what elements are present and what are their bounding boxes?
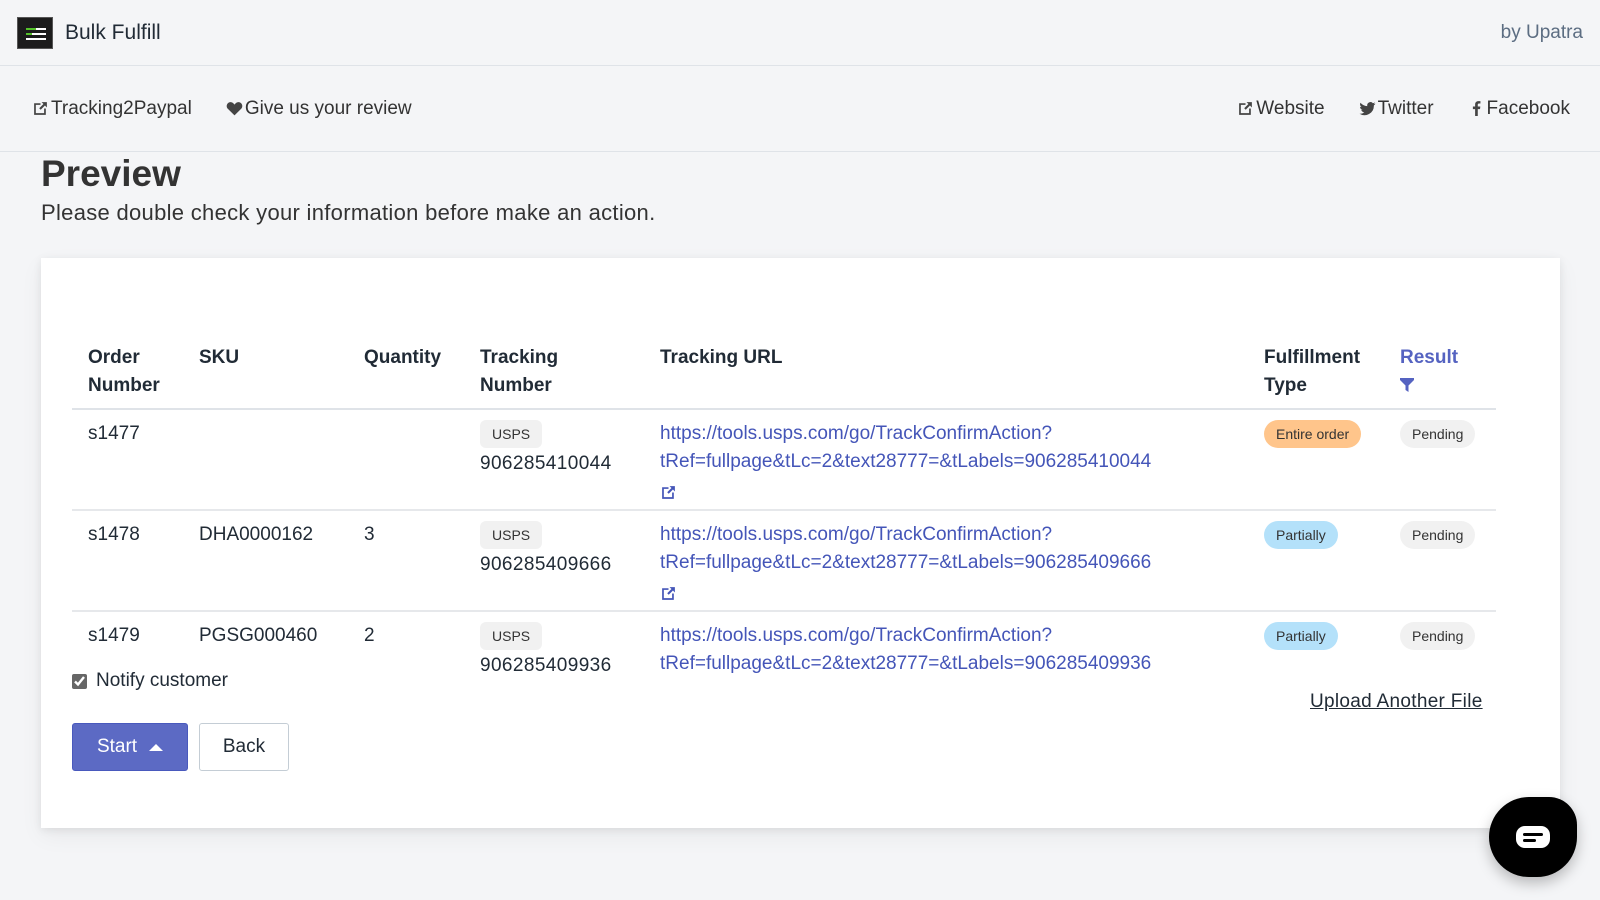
- brand: Bulk Fulfill: [17, 16, 161, 49]
- cell-result: Pending: [1384, 409, 1496, 511]
- nav-link-label: Tracking2Paypal: [51, 97, 192, 119]
- app-title: Bulk Fulfill: [65, 20, 161, 44]
- notify-customer[interactable]: Notify customer: [72, 670, 228, 692]
- cell-tracking: USPS 906285410044: [464, 409, 644, 511]
- cell-quantity: [348, 409, 464, 511]
- notify-customer-checkbox[interactable]: [72, 673, 87, 689]
- app-logo-icon: [17, 16, 53, 49]
- table-row: s1477 USPS 906285410044 https://tools.us…: [72, 409, 1496, 511]
- nav-link-website[interactable]: Website: [1237, 97, 1325, 120]
- external-link-icon[interactable]: [660, 484, 677, 501]
- preview-card: Order Number SKU Quantity Tracking Numbe…: [41, 258, 1560, 828]
- tracking-url-link[interactable]: https://tools.usps.com/go/TrackConfirmAc…: [660, 420, 1232, 476]
- heart-icon: [226, 102, 243, 116]
- notify-customer-label: Notify customer: [96, 670, 228, 691]
- preview-table: Order Number SKU Quantity Tracking Numbe…: [72, 338, 1496, 688]
- top-bar: Bulk Fulfill by Upatra: [0, 0, 1600, 66]
- fulfillment-type-badge: Partially: [1264, 521, 1338, 549]
- tracking-url-link[interactable]: https://tools.usps.com/go/TrackConfirmAc…: [660, 521, 1232, 577]
- nav-bar: Tracking2Paypal Give us your review Webs…: [0, 66, 1600, 152]
- cell-quantity: 2: [364, 625, 375, 646]
- cell-quantity: 3: [348, 510, 464, 612]
- chat-icon: [1516, 826, 1550, 848]
- cell-tracking-url: https://tools.usps.com/go/TrackConfirmAc…: [644, 611, 1248, 688]
- carrier-badge: USPS: [480, 420, 543, 448]
- nav-link-review[interactable]: Give us your review: [226, 98, 412, 120]
- header-tracking-url: Tracking URL: [644, 338, 1248, 410]
- result-badge: Pending: [1400, 622, 1476, 650]
- cell-tracking-url: https://tools.usps.com/go/TrackConfirmAc…: [644, 510, 1248, 612]
- cell-fulfillment-type: Entire order: [1248, 409, 1384, 511]
- cell-order-number: s1478: [72, 510, 183, 612]
- fulfillment-type-badge: Entire order: [1264, 420, 1362, 448]
- chat-button[interactable]: [1489, 797, 1577, 877]
- cell-fulfillment-type: Partially: [1248, 611, 1384, 688]
- page-subtitle: Please double check your information bef…: [41, 200, 656, 225]
- upload-another-file-link[interactable]: Upload Another File: [1310, 691, 1483, 713]
- cell-result: Pending: [1384, 510, 1496, 612]
- start-button-label: Start: [96, 736, 138, 757]
- table-header-row: Order Number SKU Quantity Tracking Numbe…: [72, 338, 1496, 410]
- nav-link-tracking2paypal[interactable]: Tracking2Paypal: [32, 98, 192, 120]
- tracking-number: 906285409666: [480, 554, 612, 575]
- cell-order-number: s1477: [72, 409, 183, 511]
- tracking-url-link[interactable]: https://tools.usps.com/go/TrackConfirmAc…: [660, 622, 1232, 678]
- table-row: s1479 PGSG000460 2 USPS 906285409936 htt…: [72, 611, 1496, 688]
- header-fulfillment-type: Fulfillment Type: [1248, 338, 1384, 410]
- header-result[interactable]: Result: [1384, 338, 1496, 410]
- start-button[interactable]: Start: [72, 723, 188, 771]
- external-link-icon: [34, 102, 47, 115]
- nav-link-twitter[interactable]: Twitter: [1359, 98, 1434, 120]
- external-link-icon: [1239, 102, 1253, 115]
- carrier-badge: USPS: [480, 521, 543, 549]
- caret-up-icon: [149, 743, 164, 751]
- back-button[interactable]: Back: [199, 723, 289, 771]
- tracking-number: 906285409936: [480, 655, 612, 676]
- cell-sku: DHA0000162: [183, 510, 348, 612]
- result-badge: Pending: [1400, 420, 1476, 448]
- cell-result: Pending: [1384, 611, 1496, 688]
- result-badge: Pending: [1400, 521, 1476, 549]
- nav-left: Tracking2Paypal Give us your review: [32, 98, 412, 120]
- tracking-number: 906285410044: [480, 453, 612, 474]
- twitter-icon: [1359, 102, 1376, 116]
- nav-link-label: Twitter: [1377, 97, 1434, 119]
- page-title: Preview: [41, 153, 181, 194]
- facebook-icon: [1472, 101, 1480, 116]
- cell-sku: [183, 409, 348, 511]
- cell-fulfillment-type: Partially: [1248, 510, 1384, 612]
- page-heading: Preview Please double check your informa…: [0, 154, 1600, 226]
- cell-tracking-url: https://tools.usps.com/go/TrackConfirmAc…: [644, 409, 1248, 511]
- external-link-icon[interactable]: [660, 585, 677, 602]
- nav-link-label: Website: [1256, 97, 1325, 119]
- nav-link-facebook[interactable]: Facebook: [1468, 98, 1570, 120]
- cell-tracking: USPS 906285409936: [464, 611, 644, 688]
- table-row: s1478 DHA0000162 3 USPS 906285409666 htt…: [72, 510, 1496, 612]
- filter-icon[interactable]: [1400, 378, 1414, 392]
- nav-link-label: Facebook: [1486, 97, 1570, 119]
- header-tracking-number: Tracking Number: [464, 338, 644, 410]
- cell-tracking: USPS 906285409666: [464, 510, 644, 612]
- result-label: Result: [1400, 347, 1459, 368]
- nav-right: Website Twitter Facebook: [1237, 98, 1570, 120]
- header-sku: SKU: [183, 338, 348, 410]
- byline: by Upatra: [1500, 21, 1583, 43]
- carrier-badge: USPS: [480, 622, 543, 650]
- header-order-number: Order Number: [72, 338, 183, 410]
- fulfillment-type-badge: Partially: [1264, 622, 1338, 650]
- header-quantity: Quantity: [348, 338, 464, 410]
- nav-link-label: Give us your review: [244, 97, 412, 119]
